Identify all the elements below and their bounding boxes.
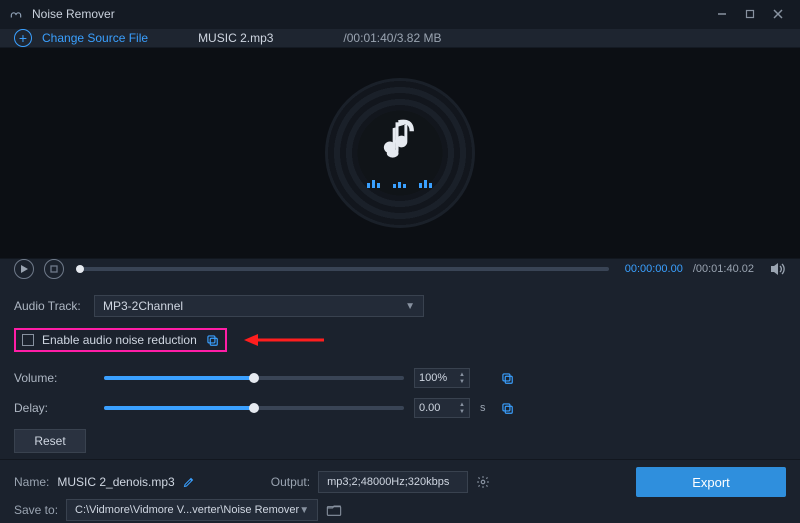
volume-value: 100% <box>419 372 447 384</box>
playback-bar: 00:00:00.00/00:01:40.02 <box>0 258 800 279</box>
audio-track-row: Audio Track: MP3-2Channel ▼ <box>14 291 786 321</box>
preview-area <box>0 48 800 258</box>
volume-slider[interactable] <box>104 376 404 380</box>
footer-panel: Name: MUSIC 2_denois.mp3 Output: mp3;2;4… <box>0 459 800 523</box>
equalizer-icon <box>365 176 435 188</box>
volume-reset-icon[interactable] <box>500 371 514 385</box>
change-source-link[interactable]: Change Source File <box>42 31 148 45</box>
delay-slider-fill <box>104 406 254 410</box>
time-total: /00:01:40.02 <box>693 263 754 275</box>
noise-reduction-checkbox[interactable] <box>22 334 34 346</box>
delay-reset-icon[interactable] <box>500 401 514 415</box>
timeline-slider[interactable] <box>80 267 609 271</box>
chevron-down-icon: ▼ <box>405 301 415 312</box>
volume-label: Volume: <box>14 371 94 385</box>
volume-slider-fill <box>104 376 254 380</box>
app-window: Noise Remover + Change Source File MUSIC… <box>0 0 800 523</box>
noise-reduction-info-icon[interactable] <box>205 333 219 347</box>
volume-row: Volume: 100% ▲▼ <box>14 363 786 393</box>
noise-reduction-label: Enable audio noise reduction <box>42 333 197 347</box>
add-source-icon[interactable]: + <box>14 29 32 47</box>
delay-spin-down[interactable]: ▼ <box>459 409 465 415</box>
reset-button[interactable]: Reset <box>14 429 86 453</box>
music-note-icon <box>382 118 418 162</box>
edit-name-icon[interactable] <box>183 476 195 488</box>
source-filename: MUSIC 2.mp3 <box>198 31 273 45</box>
volume-icon[interactable] <box>770 262 786 276</box>
source-meta: /00:01:40/3.82 MB <box>343 31 441 45</box>
delay-slider[interactable] <box>104 406 404 410</box>
output-settings-icon[interactable] <box>476 475 490 489</box>
name-label: Name: <box>14 475 49 489</box>
delay-row: Delay: 0.00 ▲▼ s <box>14 393 786 423</box>
chevron-down-icon: ▼ <box>299 505 309 516</box>
delay-spin-up[interactable]: ▲ <box>459 402 465 408</box>
saveto-path-select[interactable]: C:\Vidmore\Vidmore V...verter\Noise Remo… <box>66 499 318 521</box>
output-name: MUSIC 2_denois.mp3 <box>57 475 174 489</box>
time-current: 00:00:00.00 <box>625 263 683 275</box>
noise-reduction-row: Enable audio noise reduction <box>14 327 786 353</box>
audio-track-select[interactable]: MP3-2Channel ▼ <box>94 295 424 317</box>
delay-slider-thumb[interactable] <box>249 403 259 413</box>
output-format-select[interactable]: mp3;2;48000Hz;320kbps <box>318 471 468 493</box>
delay-label: Delay: <box>14 401 94 415</box>
stop-button[interactable] <box>44 259 64 279</box>
audio-track-value: MP3-2Channel <box>103 299 183 313</box>
volume-spin-down[interactable]: ▼ <box>459 379 465 385</box>
delay-value-box[interactable]: 0.00 ▲▼ <box>414 398 470 418</box>
app-logo-icon <box>8 6 24 22</box>
title-bar: Noise Remover <box>0 0 800 28</box>
footer-row-2: Save to: C:\Vidmore\Vidmore V...verter\N… <box>14 496 786 523</box>
footer-row-1: Name: MUSIC 2_denois.mp3 Output: mp3;2;4… <box>14 468 786 496</box>
saveto-path: C:\Vidmore\Vidmore V...verter\Noise Remo… <box>75 504 299 516</box>
play-button[interactable] <box>14 259 34 279</box>
open-folder-icon[interactable] <box>326 503 342 517</box>
minimize-button[interactable] <box>708 0 736 28</box>
source-bar: + Change Source File MUSIC 2.mp3 /00:01:… <box>0 28 800 48</box>
noise-reduction-highlight: Enable audio noise reduction <box>14 328 227 352</box>
export-button[interactable]: Export <box>636 467 786 497</box>
saveto-label: Save to: <box>14 503 58 517</box>
audio-track-label: Audio Track: <box>14 299 94 313</box>
callout-arrow-icon <box>244 333 324 347</box>
audio-disc-art <box>325 78 475 228</box>
volume-value-box[interactable]: 100% ▲▼ <box>414 368 470 388</box>
volume-spin-up[interactable]: ▲ <box>459 372 465 378</box>
volume-slider-thumb[interactable] <box>249 373 259 383</box>
output-label: Output: <box>271 475 310 489</box>
maximize-button[interactable] <box>736 0 764 28</box>
delay-unit: s <box>480 402 490 414</box>
close-button[interactable] <box>764 0 792 28</box>
output-format-value: mp3;2;48000Hz;320kbps <box>327 476 449 488</box>
app-title: Noise Remover <box>32 7 115 21</box>
controls-panel: Audio Track: MP3-2Channel ▼ Enable audio… <box>0 279 800 459</box>
delay-value: 0.00 <box>419 402 440 414</box>
